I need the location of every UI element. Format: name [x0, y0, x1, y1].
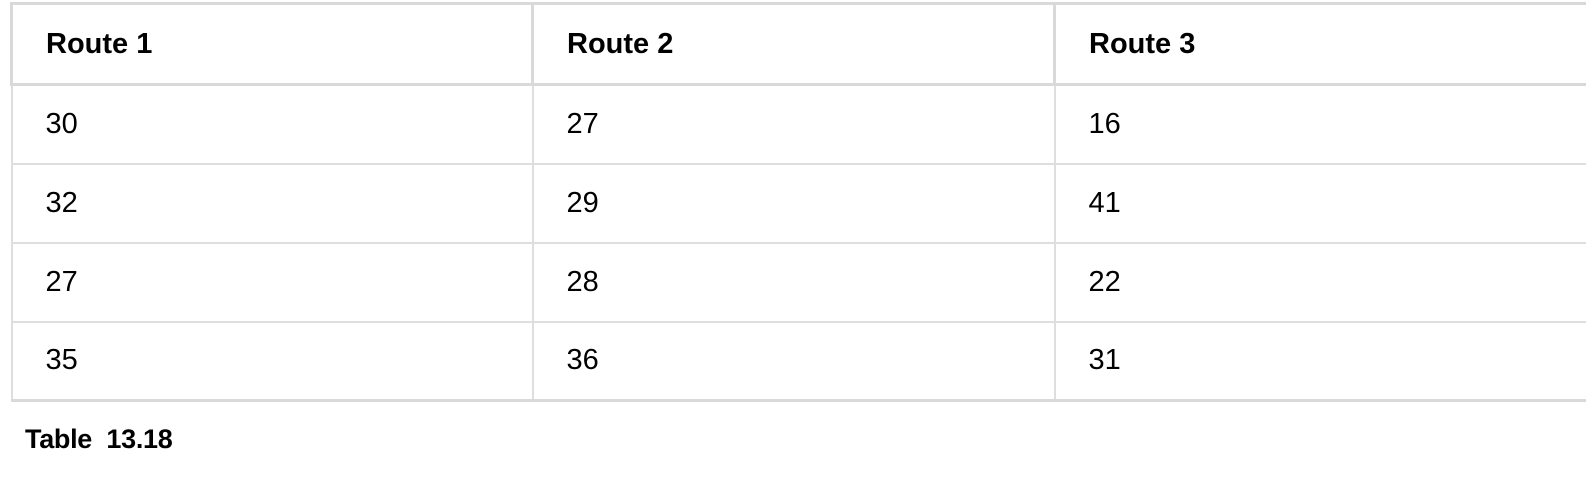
- table-cell: 35: [10, 321, 534, 402]
- table-row: 35 36 31: [10, 321, 1586, 402]
- table-cell: 28: [531, 242, 1056, 323]
- table-cell: 29: [531, 163, 1056, 244]
- table-caption: Table 13.18: [25, 424, 173, 455]
- table-row: 32 29 41: [10, 163, 1586, 244]
- table-cell: 27: [531, 84, 1056, 165]
- data-table: Route 1 Route 2 Route 3 30 27 16 32 29 4…: [10, 2, 1586, 402]
- table-cell: 31: [1053, 321, 1586, 402]
- table-cell: 32: [10, 163, 534, 244]
- table-cell: 30: [10, 84, 534, 165]
- table-header: Route 1 Route 2 Route 3: [10, 2, 1586, 86]
- header-route-1: Route 1: [10, 2, 534, 86]
- table-cell: 36: [531, 321, 1056, 402]
- data-table-container: Route 1 Route 2 Route 3 30 27 16 32 29 4…: [10, 2, 1586, 402]
- table-row: 27 28 22: [10, 242, 1586, 323]
- caption-number: 13.18: [106, 424, 173, 454]
- table-cell: 16: [1053, 84, 1586, 165]
- table-cell: 27: [10, 242, 534, 323]
- header-route-2: Route 2: [531, 2, 1056, 86]
- caption-label: Table: [25, 424, 93, 454]
- table-cell: 41: [1053, 163, 1586, 244]
- table-cell: 22: [1053, 242, 1586, 323]
- table-body: 30 27 16 32 29 41 27 28 22 35 36 31: [10, 84, 1586, 402]
- header-route-3: Route 3: [1053, 2, 1586, 86]
- header-row: Route 1 Route 2 Route 3: [10, 2, 1586, 86]
- table-row: 30 27 16: [10, 84, 1586, 165]
